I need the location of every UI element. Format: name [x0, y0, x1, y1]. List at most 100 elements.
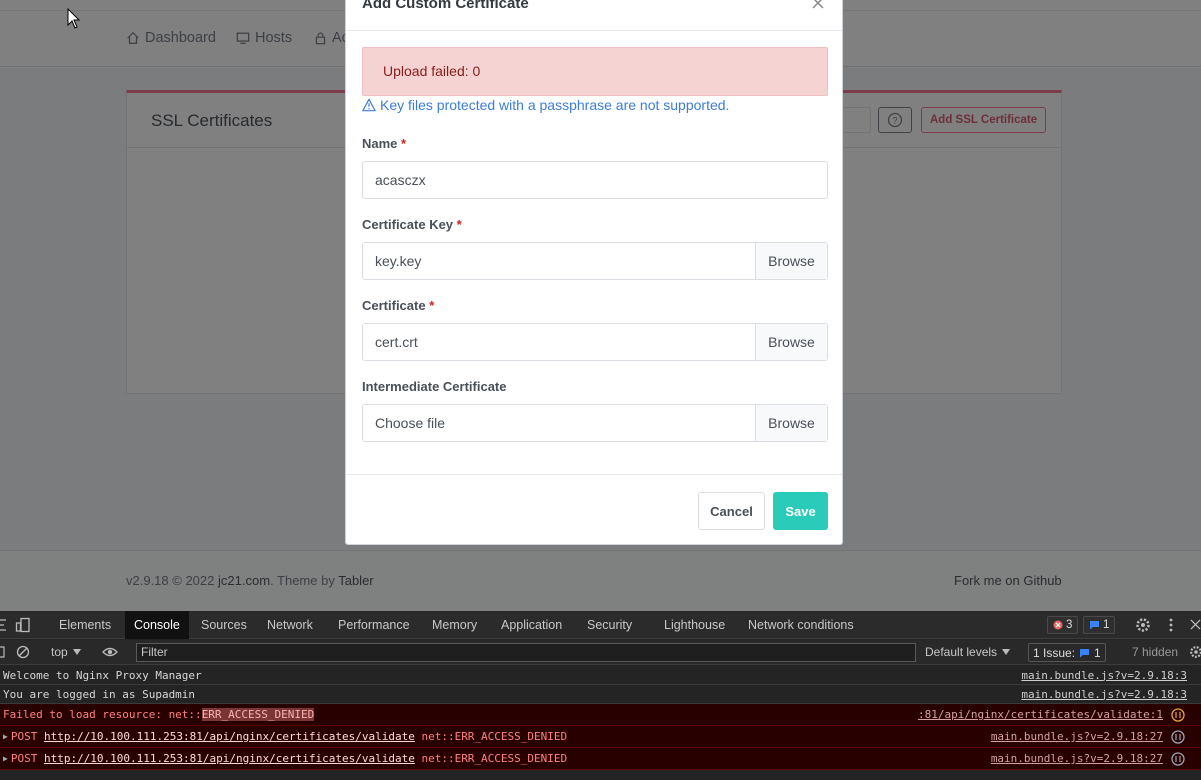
name-label: Name *	[362, 136, 406, 151]
certificate-key-file-input[interactable]: key.key Browse	[362, 242, 828, 280]
log-url-link[interactable]: http://10.100.111.253:81/api/nginx/certi…	[44, 730, 415, 743]
device-toggle-icon[interactable]	[15, 617, 31, 633]
console-settings-icon[interactable]	[1189, 645, 1201, 659]
message-count-badge[interactable]: 1	[1083, 616, 1116, 634]
required-mark: *	[429, 298, 435, 313]
footer: v2.9.18 © 2022 jc21.com. Theme by Tabler…	[0, 550, 1201, 611]
hidden-count: 7 hidden	[1132, 645, 1179, 659]
add-ssl-certificate-button[interactable]: Add SSL Certificate	[921, 107, 1047, 133]
console-filter-input[interactable]: Filter	[136, 643, 916, 662]
passphrase-note: Key files protected with a passphrase ar…	[362, 97, 729, 113]
tab-security[interactable]: Security	[578, 611, 641, 639]
log-source-link[interactable]: main.bundle.js?v=2.9.18:27	[991, 752, 1163, 765]
log-source-link[interactable]: :81/api/nginx/certificates/validate:1	[918, 708, 1163, 721]
save-button[interactable]: Save	[773, 492, 828, 530]
certificate-browse-button[interactable]: Browse	[755, 324, 827, 360]
footer-theme-text: . Theme by	[270, 573, 335, 588]
nav-dashboard[interactable]: Dashboard	[126, 30, 216, 46]
inspect-icon[interactable]	[0, 618, 10, 632]
chevron-down-icon	[72, 649, 81, 655]
console-error-row: ▶ POST http://10.100.111.253:81/api/ngin…	[0, 726, 1201, 748]
nav-hosts[interactable]: Hosts	[236, 30, 292, 46]
log-source-link[interactable]: main.bundle.js?v=2.9.18:3	[1021, 688, 1187, 701]
log-source-link[interactable]: main.bundle.js?v=2.9.18:3	[1021, 669, 1187, 682]
tab-network-conditions[interactable]: Network conditions	[739, 611, 863, 639]
search-input[interactable]	[841, 107, 871, 133]
chevron-down-icon	[1002, 649, 1011, 655]
log-levels-dropdown[interactable]: Default levels	[925, 645, 1011, 659]
clear-console-icon[interactable]	[16, 645, 30, 659]
error-icon	[1053, 620, 1063, 630]
message-icon	[1090, 621, 1099, 630]
certificate-key-browse-button[interactable]: Browse	[755, 243, 827, 279]
console-row: Welcome to Nginx Proxy Manager main.bund…	[0, 666, 1201, 685]
intermediate-certificate-file-input[interactable]: Choose file Browse	[362, 404, 828, 442]
certificate-label-text: Certificate	[362, 298, 426, 313]
home-icon	[127, 31, 139, 44]
required-mark: *	[456, 217, 462, 232]
footer-theme-link[interactable]: Tabler	[338, 573, 373, 588]
intermediate-certificate-browse-button[interactable]: Browse	[755, 405, 827, 441]
cancel-button[interactable]: Cancel	[698, 492, 765, 530]
tab-lighthouse[interactable]: Lighthouse	[655, 611, 734, 639]
console-error-row: ▶ POST http://10.100.111.253:81/api/ngin…	[0, 748, 1201, 770]
log-error-highlight: ERR_ACCESS_DENIED	[201, 708, 315, 721]
certificate-key-label: Certificate Key *	[362, 217, 462, 232]
footer-author-link[interactable]: jc21.com	[218, 573, 270, 588]
message-count: 1	[1103, 619, 1110, 631]
passphrase-note-text: Key files protected with a passphrase ar…	[380, 97, 730, 113]
tab-memory[interactable]: Memory	[423, 611, 486, 639]
log-source-link[interactable]: main.bundle.js?v=2.9.18:27	[991, 730, 1163, 743]
footer-github-link[interactable]: Fork me on Github	[954, 573, 1062, 588]
issues-button[interactable]: 1 Issue: 1	[1028, 643, 1106, 662]
log-message: Failed to load resource: net::	[3, 708, 202, 721]
log-method: POST	[10, 752, 38, 765]
warning-icon	[362, 98, 376, 112]
help-icon: ?	[887, 112, 903, 128]
issues-label: 1 Issue:	[1033, 645, 1076, 660]
svg-text:?: ?	[892, 116, 897, 126]
add-custom-certificate-modal: Add Custom Certificate Upload failed: 0 …	[345, 0, 843, 545]
console-row: You are logged in as Supadmin main.bundl…	[0, 685, 1201, 704]
network-request-icon[interactable]	[1171, 729, 1185, 744]
more-options-icon[interactable]	[1167, 617, 1175, 633]
modal-close-button[interactable]	[808, 0, 828, 13]
sidebar-toggle-icon[interactable]	[0, 646, 6, 658]
log-url-link[interactable]: http://10.100.111.253:81/api/nginx/certi…	[44, 752, 415, 765]
footer-version: v2.9.18 © 2022	[126, 573, 215, 588]
page-title: SSL Certificates	[151, 111, 273, 130]
tab-performance[interactable]: Performance	[329, 611, 419, 639]
log-message: Welcome to Nginx Proxy Manager	[3, 668, 202, 682]
network-request-icon[interactable]	[1171, 707, 1185, 722]
name-input[interactable]: acasczx	[362, 161, 828, 199]
console-toolbar: top Filter Default levels 1 Issue: 1 7 h…	[0, 640, 1201, 665]
tab-elements[interactable]: Elements	[50, 611, 120, 639]
expand-triangle-icon[interactable]: ▶	[3, 754, 8, 763]
close-icon	[812, 0, 824, 9]
tab-network[interactable]: Network	[258, 611, 322, 639]
network-request-icon[interactable]	[1171, 751, 1185, 766]
error-count-badge[interactable]: 3	[1047, 616, 1079, 634]
devtools-tab-bar: Elements Console Sources Network Perform…	[0, 611, 1201, 639]
upload-error-alert: Upload failed: 0	[362, 47, 828, 96]
context-selector[interactable]: top	[51, 645, 81, 659]
nav-access[interactable]: Ac	[314, 30, 349, 46]
console-output: Welcome to Nginx Proxy Manager main.bund…	[0, 666, 1201, 770]
tab-application[interactable]: Application	[492, 611, 571, 639]
modal-header: Add Custom Certificate	[346, 0, 842, 31]
lock-icon	[315, 32, 326, 45]
intermediate-certificate-file-name: Choose file	[375, 415, 446, 431]
eye-icon[interactable]	[102, 645, 118, 659]
certificate-file-name: cert.crt	[375, 334, 418, 350]
log-levels-value: Default levels	[925, 645, 998, 659]
issues-count: 1	[1094, 645, 1101, 660]
certificate-file-input[interactable]: cert.crt Browse	[362, 323, 828, 361]
settings-gear-icon[interactable]	[1135, 617, 1151, 633]
log-error: net::ERR_ACCESS_DENIED	[421, 730, 568, 743]
expand-triangle-icon[interactable]: ▶	[3, 732, 8, 741]
name-label-text: Name	[362, 136, 398, 151]
close-devtools-icon[interactable]	[1190, 619, 1201, 630]
tab-console[interactable]: Console	[125, 611, 189, 639]
tab-sources[interactable]: Sources	[192, 611, 256, 639]
help-button[interactable]: ?	[878, 107, 912, 133]
